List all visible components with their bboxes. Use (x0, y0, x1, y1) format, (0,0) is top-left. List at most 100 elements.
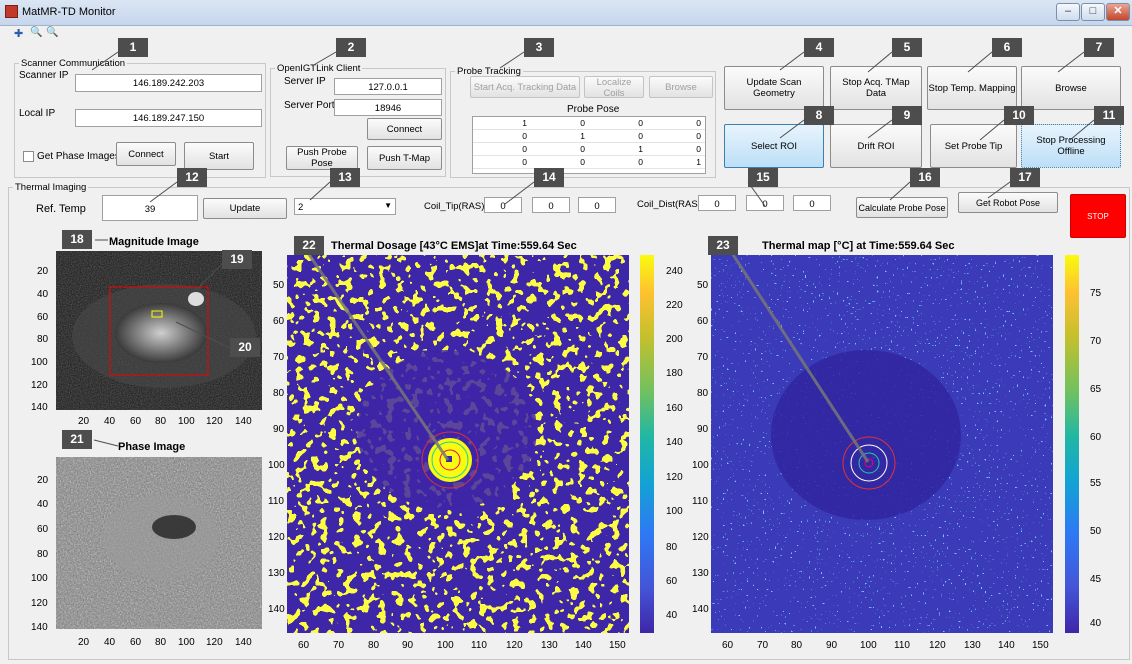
tick-label: 160 (666, 403, 683, 414)
minimize-button[interactable]: – (1056, 3, 1080, 21)
table-cell: 0 (589, 129, 647, 143)
tick-label: 65 (1090, 384, 1102, 395)
table-cell: 0 (647, 142, 705, 156)
callout-badge: 22 (294, 236, 324, 255)
dosage-colorbar (640, 255, 654, 633)
table-cell: 0 (647, 129, 705, 143)
tick-label: 75 (1090, 288, 1102, 299)
ref-temp-field[interactable]: 39 (102, 195, 198, 221)
tick-label: 100 (666, 506, 683, 517)
scanner-start-button[interactable]: Start (184, 142, 254, 170)
coil-tip-a-field[interactable]: 0 (532, 197, 570, 213)
tick-label: 100 (860, 640, 877, 651)
callout-badge: 15 (748, 168, 778, 187)
ref-update-button[interactable]: Update (203, 198, 287, 219)
callout-badge: 19 (222, 250, 252, 269)
zoom-out-icon[interactable]: 🔍 (46, 27, 58, 38)
calculate-probe-pose-button[interactable]: Calculate Probe Pose (856, 197, 948, 218)
close-button[interactable]: ✕ (1106, 3, 1130, 21)
callout-badge: 9 (892, 106, 922, 125)
stop-temp-mapping-button[interactable]: Stop Temp. Mapping (927, 66, 1017, 110)
set-probe-tip-button[interactable]: Set Probe Tip (930, 124, 1017, 168)
callout-badge: 3 (524, 38, 554, 57)
table-row: 1000 (473, 117, 705, 130)
push-tmap-button[interactable]: Push T-Map (367, 146, 442, 170)
start-acq-tracking-button[interactable]: Start Acq. Tracking Data (470, 76, 580, 98)
probe-pose-title: Probe Pose (567, 104, 620, 115)
tick-label: 90 (697, 424, 709, 435)
callout-badge: 12 (177, 168, 207, 187)
stop-processing-offline-button[interactable]: Stop Processing Offline (1021, 124, 1121, 168)
table-row: 0001 (473, 155, 705, 169)
tick-label: 80 (273, 388, 285, 399)
callout-badge: 14 (534, 168, 564, 187)
callout-badge: 21 (62, 430, 92, 449)
stop-button[interactable]: STOP (1070, 194, 1126, 238)
server-ip-field[interactable]: 127.0.0.1 (334, 78, 442, 95)
callout-badge: 16 (910, 168, 940, 187)
coil-dist-label: Coil_Dist(RAS) (637, 199, 701, 210)
thermal-map-svg (711, 255, 1053, 633)
data-cursor-icon[interactable]: ✚ (14, 27, 23, 40)
tick-label: 110 (692, 496, 708, 507)
get-phase-images-checkbox[interactable] (23, 151, 34, 162)
tick-label: 240 (666, 266, 683, 277)
localize-coils-button[interactable]: Localize Coils (584, 76, 644, 99)
scanner-ip-label: Scanner IP (19, 70, 69, 81)
thermal-map-title: Thermal map [°C] at Time:559.64 Sec (762, 240, 955, 252)
scanner-connect-button[interactable]: Connect (116, 142, 176, 166)
thermal-dosage-title: Thermal Dosage [43°C EMS]at Time:559.64 … (331, 240, 577, 252)
thermal-dosage-svg (287, 255, 629, 633)
coil-dist-r-field[interactable]: 0 (698, 195, 736, 211)
tick-label: 110 (471, 640, 487, 651)
tick-label: 40 (37, 499, 49, 510)
tick-label: 120 (506, 640, 523, 651)
app-icon (5, 5, 18, 18)
tick-label: 80 (368, 640, 380, 651)
get-robot-pose-button[interactable]: Get Robot Pose (958, 192, 1058, 213)
table-cell: 0 (589, 155, 647, 169)
maximize-button[interactable]: □ (1081, 3, 1105, 21)
browse-button[interactable]: Browse (1021, 66, 1121, 110)
table-cell: 1 (647, 155, 705, 169)
tick-label: 80 (697, 388, 709, 399)
tick-label: 150 (1032, 640, 1049, 651)
server-port-field[interactable]: 18946 (334, 99, 442, 116)
coil-tip-s-field[interactable]: 0 (578, 197, 616, 213)
callout-badge: 1 (118, 38, 148, 57)
tick-label: 130 (964, 640, 981, 651)
tick-label: 70 (273, 352, 285, 363)
tick-label: 20 (37, 266, 49, 277)
update-scan-geometry-button[interactable]: Update Scan Geometry (724, 66, 824, 110)
mode-select[interactable]: 2 ▼ (294, 198, 396, 215)
callout-badge: 13 (330, 168, 360, 187)
push-probe-pose-button[interactable]: Push Probe Pose (286, 146, 358, 170)
openigt-connect-button[interactable]: Connect (367, 118, 442, 140)
coil-tip-r-field[interactable]: 0 (484, 197, 522, 213)
tick-label: 110 (268, 496, 284, 507)
scanner-ip-field[interactable]: 146.189.242.203 (75, 74, 262, 92)
select-roi-button[interactable]: Select ROI (724, 124, 824, 168)
table-row: 0010 (473, 142, 705, 156)
ref-temp-label: Ref. Temp (36, 203, 86, 215)
phase-image-title: Phase Image (118, 441, 186, 453)
callout-badge: 8 (804, 106, 834, 125)
tick-label: 150 (609, 640, 626, 651)
probe-browse-button[interactable]: Browse (649, 76, 713, 98)
tick-label: 60 (130, 416, 142, 427)
tick-label: 120 (692, 532, 709, 543)
tick-label: 100 (692, 460, 709, 471)
local-ip-field[interactable]: 146.189.247.150 (75, 109, 262, 127)
tick-label: 220 (666, 300, 683, 311)
tick-label: 40 (104, 416, 116, 427)
window-title: MatMR-TD Monitor (22, 6, 116, 18)
tick-label: 70 (697, 352, 709, 363)
drift-roi-button[interactable]: Drift ROI (830, 124, 922, 168)
tick-label: 50 (273, 280, 285, 291)
coil-dist-a-field[interactable]: 0 (746, 195, 784, 211)
tick-label: 100 (31, 357, 48, 368)
stop-acq-tmap-button[interactable]: Stop Acq. TMap Data (830, 66, 922, 110)
zoom-in-icon[interactable]: 🔍 (30, 27, 42, 38)
coil-dist-s-field[interactable]: 0 (793, 195, 831, 211)
tick-label: 40 (37, 289, 49, 300)
